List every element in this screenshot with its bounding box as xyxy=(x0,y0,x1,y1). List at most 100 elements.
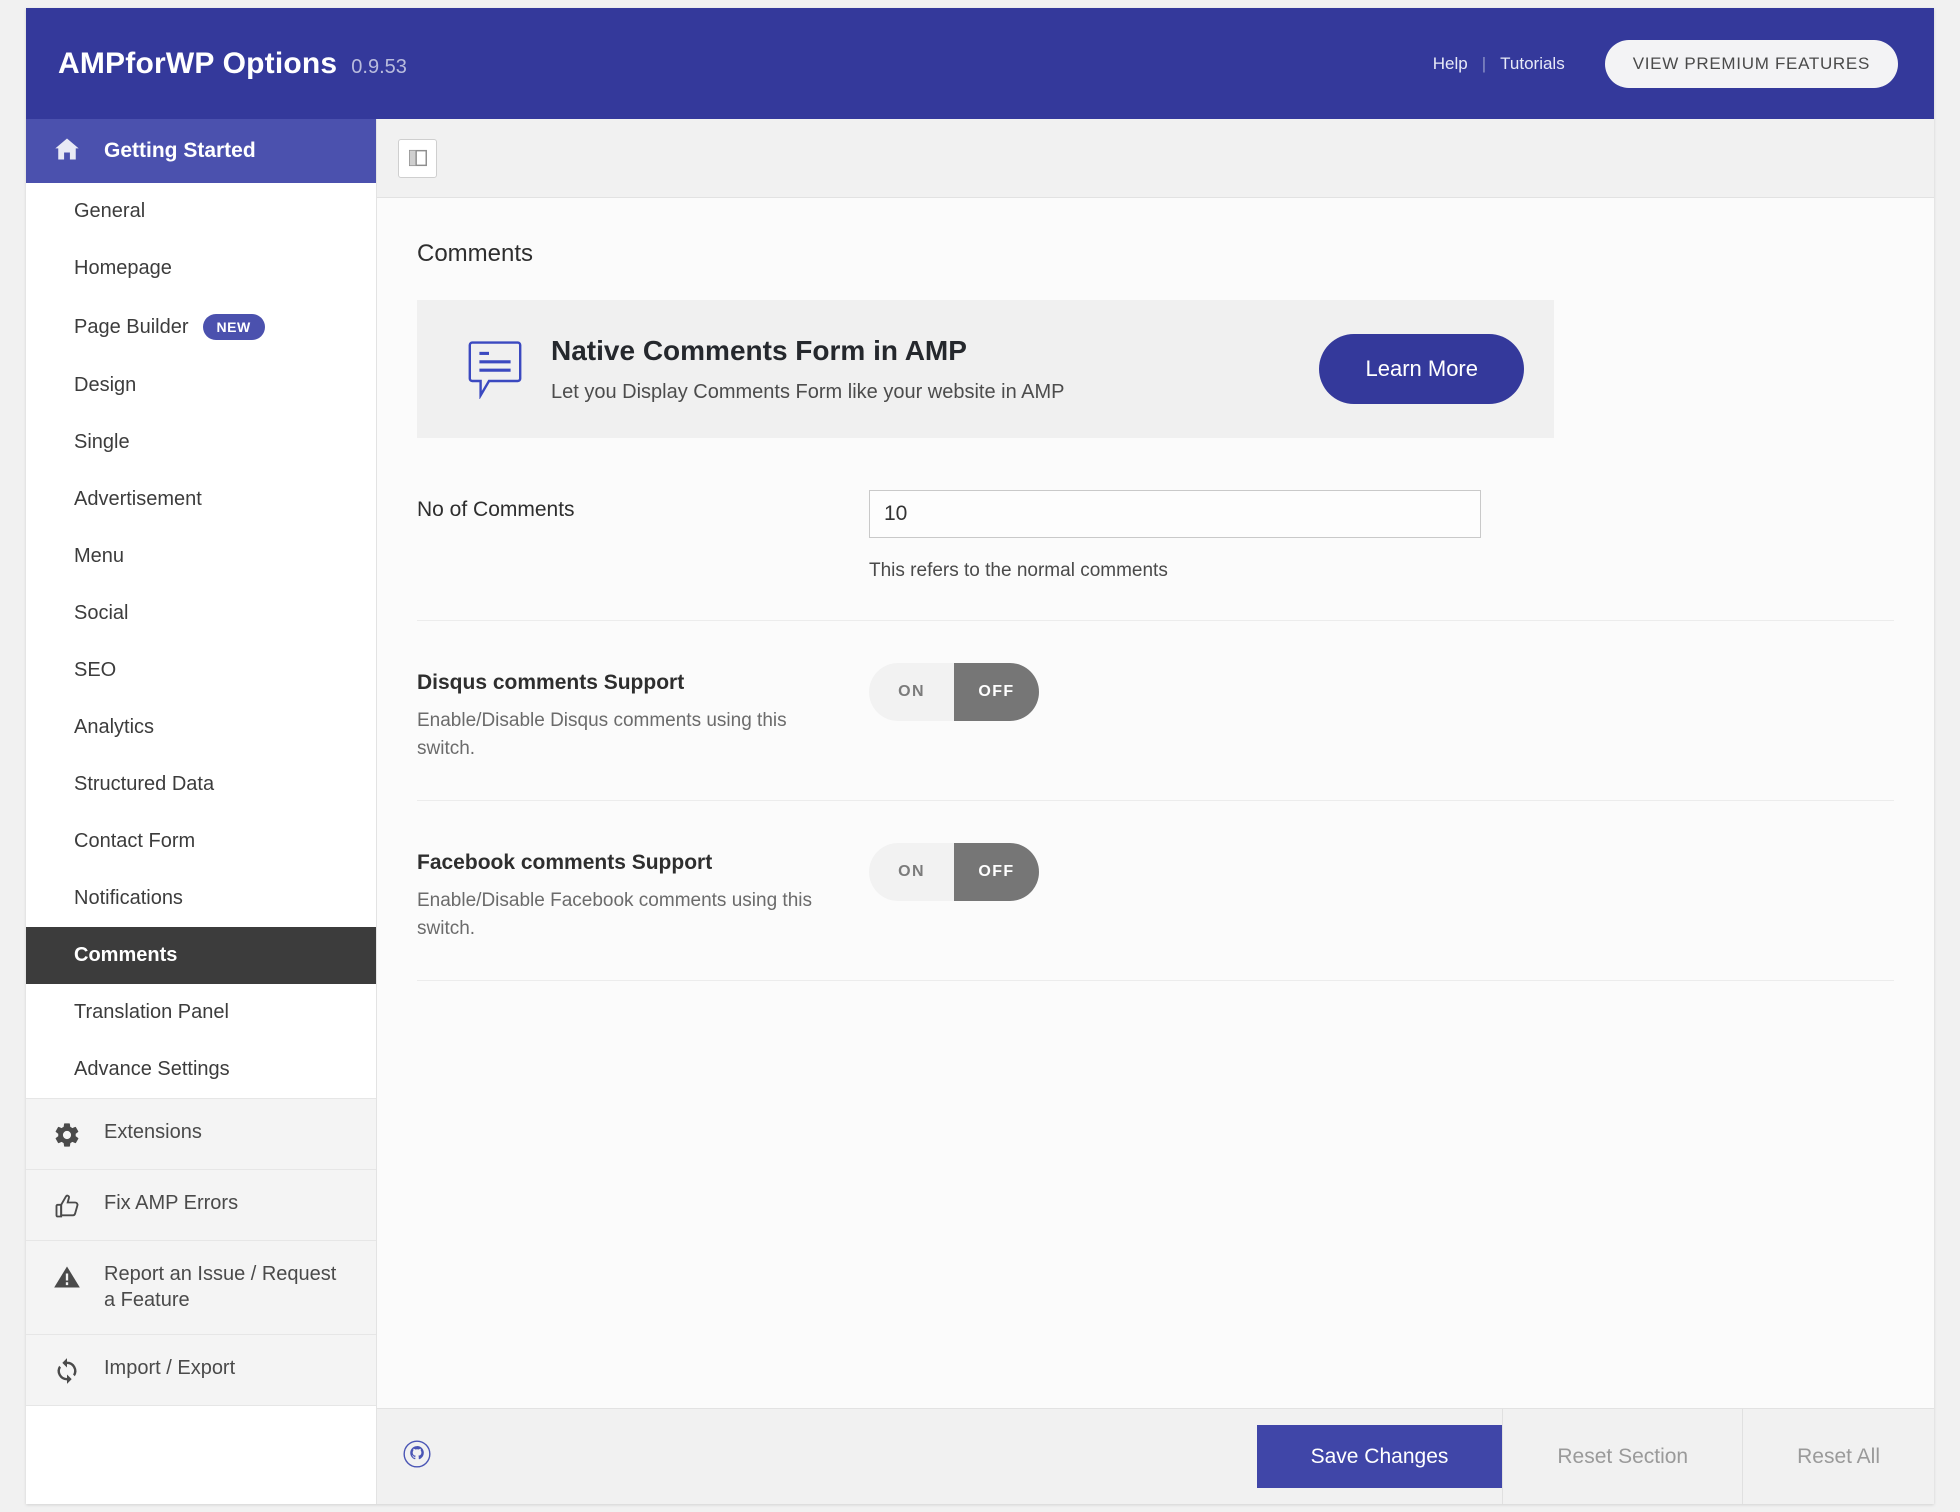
no-of-comments-input[interactable] xyxy=(869,490,1481,538)
field-control-col: This refers to the normal comments xyxy=(869,490,1894,582)
sidebar-item-label: Report an Issue / Request a Feature xyxy=(104,1263,337,1312)
sidebar-item-getting-started[interactable]: Getting Started xyxy=(26,119,376,183)
sidebar-item-label: Fix AMP Errors xyxy=(104,1192,239,1214)
sidebar-item-homepage[interactable]: Homepage xyxy=(26,240,376,297)
settings-content: Comments Native Comments Form in AMP Let… xyxy=(377,198,1934,1408)
view-premium-features-button[interactable]: VIEW PREMIUM FEATURES xyxy=(1604,39,1898,88)
sidebar-item-label: Menu xyxy=(74,545,125,567)
sidebar-item-label: Single xyxy=(74,431,130,453)
sidebar-item-label: Structured Data xyxy=(74,773,215,795)
sidebar-item-import-export[interactable]: Import / Export xyxy=(26,1335,376,1405)
row-spacer xyxy=(417,621,1894,663)
promo-subtitle: Let you Display Comments Form like your … xyxy=(551,380,1065,403)
page-body: Getting Started General Homepage Page Bu… xyxy=(26,119,1934,1504)
field-control-col: ON OFF xyxy=(869,843,1894,902)
field-label-col: No of Comments xyxy=(417,490,869,522)
sidebar-item-advertisement[interactable]: Advertisement xyxy=(26,471,376,528)
toggle-on-label[interactable]: ON xyxy=(869,843,954,902)
sidebar-item-fix-amp-errors[interactable]: Fix AMP Errors xyxy=(26,1170,376,1241)
tutorials-link[interactable]: Tutorials xyxy=(1486,54,1579,74)
sidebar-item-label: Comments xyxy=(74,944,178,966)
sidebar-item-label: Extensions xyxy=(104,1121,202,1143)
comment-bubble-icon xyxy=(447,339,543,399)
field-description: Enable/Disable Facebook comments using t… xyxy=(417,890,812,939)
sidebar-item-design[interactable]: Design xyxy=(26,357,376,414)
sidebar-item-advance-settings[interactable]: Advance Settings xyxy=(26,1041,376,1098)
field-label-col: Disqus comments Support Enable/Disable D… xyxy=(417,663,869,762)
footer-bar: Save Changes Reset Section Reset All xyxy=(377,1408,1934,1504)
sidebar-item-notifications[interactable]: Notifications xyxy=(26,870,376,927)
toggle-off-label[interactable]: OFF xyxy=(954,843,1039,902)
sidebar-item-label: Getting Started xyxy=(104,139,256,162)
footer-left xyxy=(377,1409,431,1504)
field-hint: This refers to the normal comments xyxy=(869,560,1168,581)
sidebar-item-general[interactable]: General xyxy=(26,183,376,240)
promo-text: Native Comments Form in AMP Let you Disp… xyxy=(543,335,1319,404)
gear-icon xyxy=(52,1119,82,1149)
save-changes-button[interactable]: Save Changes xyxy=(1256,1425,1503,1488)
thumbs-up-icon xyxy=(52,1190,82,1220)
github-octocat-icon[interactable] xyxy=(403,1440,431,1473)
footer-actions: Save Changes Reset Section Reset All xyxy=(1256,1409,1934,1504)
brand: AMPforWP Options 0.9.53 xyxy=(58,47,407,81)
disqus-comments-toggle[interactable]: ON OFF xyxy=(869,663,1039,721)
sidebar-item-structured-data[interactable]: Structured Data xyxy=(26,756,376,813)
layout-panel-icon[interactable] xyxy=(398,138,437,178)
sidebar-item-menu[interactable]: Menu xyxy=(26,528,376,585)
sidebar-item-label: General xyxy=(74,200,146,222)
field-no-of-comments: No of Comments This refers to the normal… xyxy=(417,490,1894,621)
sidebar-item-label: Homepage xyxy=(74,257,172,279)
field-control-col: ON OFF xyxy=(869,663,1894,721)
sidebar-item-label: Import / Export xyxy=(104,1356,236,1379)
field-label: Disqus comments Support xyxy=(417,671,685,694)
sidebar-tools-group: Extensions Fix AMP Errors Report an Issu… xyxy=(26,1098,376,1405)
field-label-col: Facebook comments Support Enable/Disable… xyxy=(417,843,869,942)
sidebar-item-extensions[interactable]: Extensions xyxy=(26,1099,376,1170)
sidebar-item-label: SEO xyxy=(74,659,117,681)
sidebar-item-label: Contact Form xyxy=(74,830,196,852)
field-facebook-comments-support: Facebook comments Support Enable/Disable… xyxy=(417,843,1894,982)
sidebar-filler xyxy=(26,1404,376,1504)
row-spacer xyxy=(417,801,1894,843)
reset-section-button[interactable]: Reset Section xyxy=(1502,1409,1742,1504)
field-disqus-comments-support: Disqus comments Support Enable/Disable D… xyxy=(417,663,1894,802)
sidebar-item-contact-form[interactable]: Contact Form xyxy=(26,813,376,870)
sidebar-item-seo[interactable]: SEO xyxy=(26,642,376,699)
sidebar-item-label: Notifications xyxy=(74,887,183,909)
toggle-off-label[interactable]: OFF xyxy=(954,663,1039,721)
sidebar-item-single[interactable]: Single xyxy=(26,414,376,471)
field-label: Facebook comments Support xyxy=(417,851,713,875)
options-page: AMPforWP Options 0.9.53 Help | Tutorials… xyxy=(26,8,1934,1504)
reset-all-button[interactable]: Reset All xyxy=(1742,1409,1934,1504)
sidebar-item-label: Design xyxy=(74,374,137,396)
promo-banner: Native Comments Form in AMP Let you Disp… xyxy=(417,300,1554,438)
main-toolbar xyxy=(377,119,1934,198)
sidebar-item-page-builder[interactable]: Page Builder NEW xyxy=(26,297,376,357)
facebook-comments-toggle[interactable]: ON OFF xyxy=(869,843,1039,902)
sidebar-item-label: Social xyxy=(74,602,129,624)
toggle-on-label[interactable]: ON xyxy=(869,663,954,721)
sidebar-item-translation-panel[interactable]: Translation Panel xyxy=(26,984,376,1041)
sidebar-item-label: Advertisement xyxy=(74,488,202,510)
sync-icon xyxy=(52,1355,82,1385)
sidebar-item-report-issue[interactable]: Report an Issue / Request a Feature xyxy=(26,1241,376,1335)
home-icon xyxy=(52,135,82,168)
sidebar-item-label: Advance Settings xyxy=(74,1058,230,1080)
promo-title: Native Comments Form in AMP xyxy=(551,334,967,366)
sidebar-item-comments[interactable]: Comments xyxy=(26,927,376,984)
sidebar: Getting Started General Homepage Page Bu… xyxy=(26,119,377,1504)
new-badge: NEW xyxy=(202,314,265,340)
sidebar-item-label: Analytics xyxy=(74,716,155,738)
section-title: Comments xyxy=(417,240,534,267)
field-label: No of Comments xyxy=(417,498,575,521)
sidebar-item-analytics[interactable]: Analytics xyxy=(26,699,376,756)
sidebar-item-label: Translation Panel xyxy=(74,1001,229,1023)
page-title: AMPforWP Options xyxy=(58,46,338,80)
header-actions: Help | Tutorials VIEW PREMIUM FEATURES xyxy=(1419,39,1898,88)
field-description: Enable/Disable Disqus comments using thi… xyxy=(417,710,787,759)
sidebar-item-social[interactable]: Social xyxy=(26,585,376,642)
learn-more-button[interactable]: Learn More xyxy=(1319,334,1524,404)
sidebar-item-label: Page Builder xyxy=(74,315,189,338)
warning-icon xyxy=(52,1261,82,1291)
help-link[interactable]: Help xyxy=(1419,54,1482,74)
